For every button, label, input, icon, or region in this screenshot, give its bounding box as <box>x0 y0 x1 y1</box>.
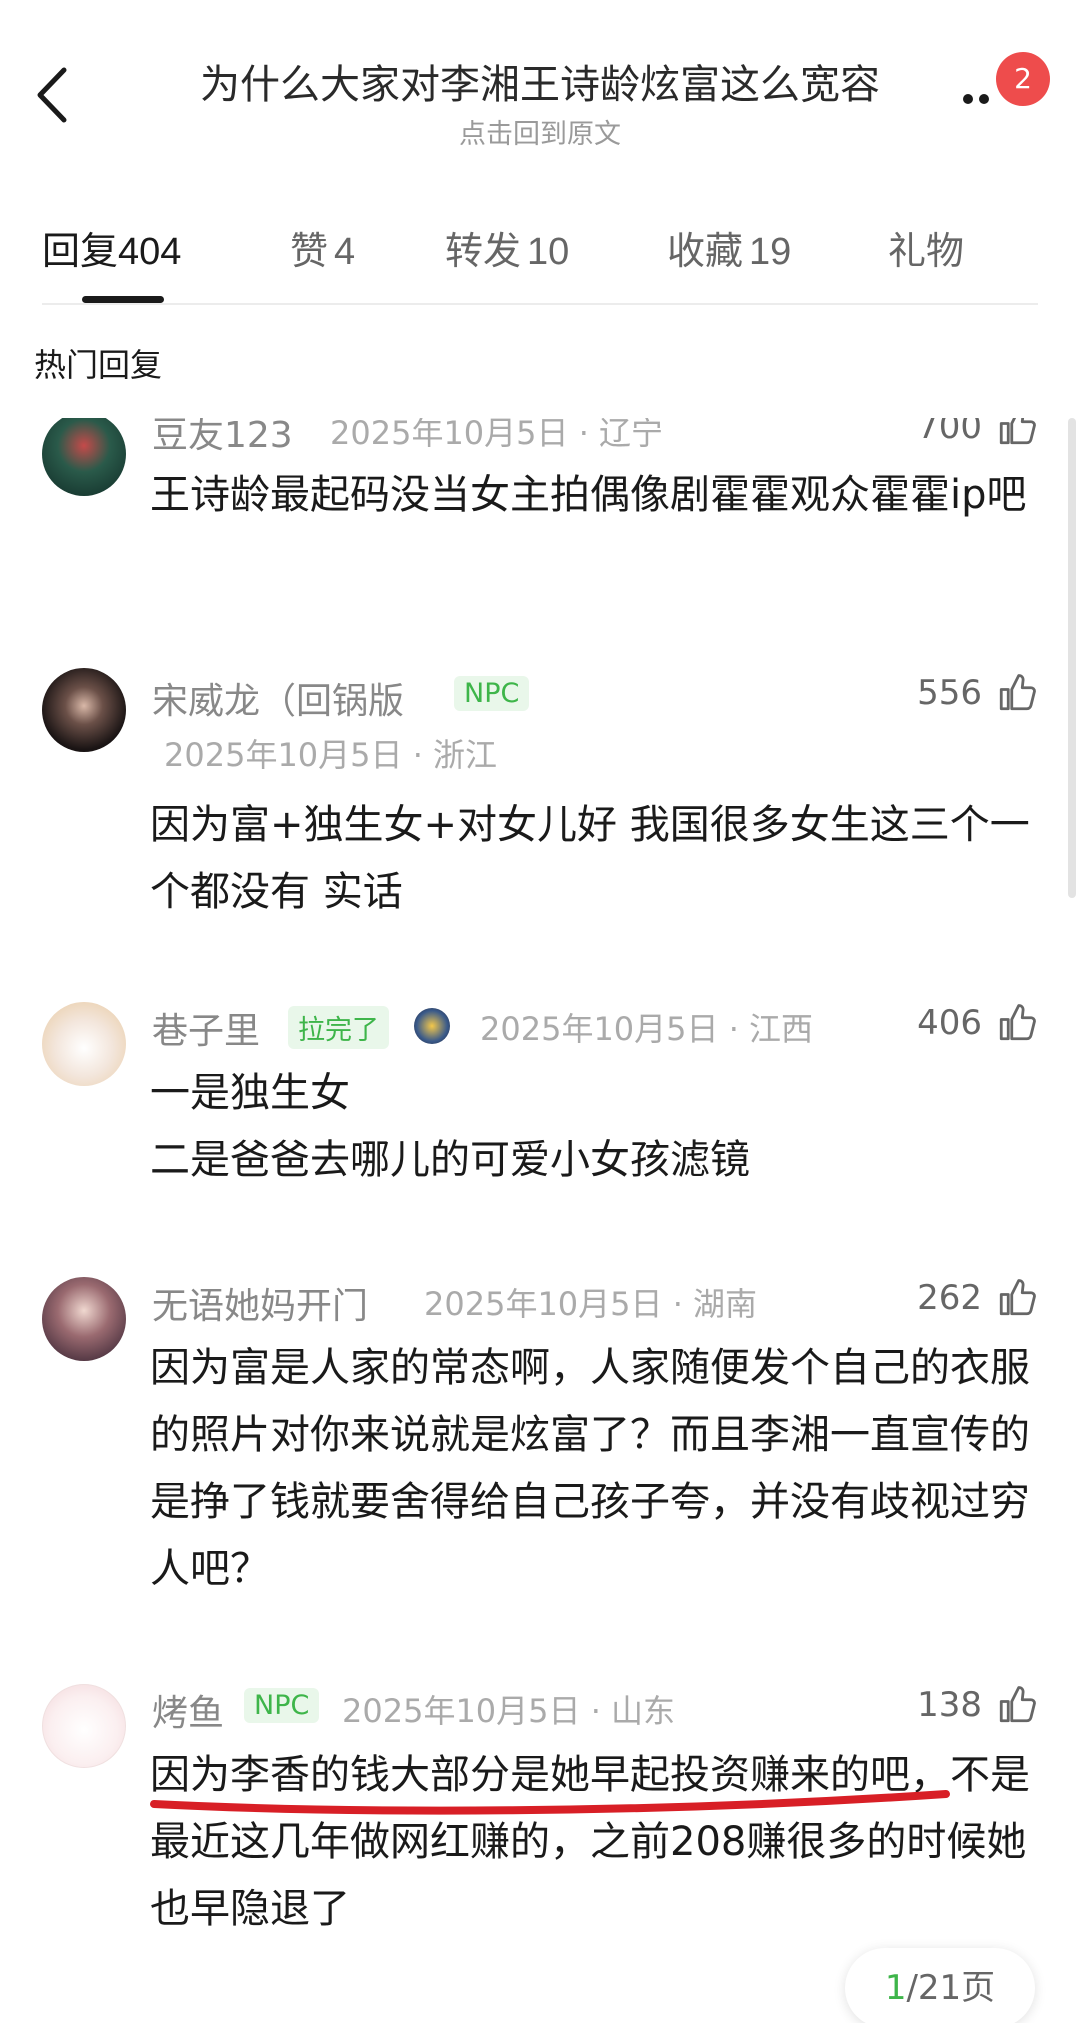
page-indicator[interactable]: 1/21页 <box>845 1948 1035 2023</box>
top-bar: 为什么大家对李湘王诗龄炫富这么宽容 点击回到原文 2 <box>0 0 1080 160</box>
comment-meta: 2025年10月5日 · 江西 <box>480 1010 814 1048</box>
tab-reposts[interactable]: 转发 10 <box>445 220 569 275</box>
back-button[interactable] <box>30 60 90 140</box>
like-button[interactable]: 556 <box>917 672 1038 714</box>
divider <box>42 303 1038 305</box>
comment-meta: 2025年10月5日 · 湖南 <box>424 1285 758 1323</box>
page-title: 为什么大家对李湘王诗龄炫富这么宽容 <box>200 62 880 108</box>
section-title: 热门回复 <box>34 346 163 384</box>
username[interactable]: 豆友123 <box>152 418 293 458</box>
tab-bar: 回复404 赞4 转发 10 收藏 19 礼物 <box>0 200 1080 305</box>
like-button[interactable]: 262 <box>917 1277 1038 1319</box>
red-underline-annotation <box>150 1790 950 1815</box>
comment-meta: 2025年10月5日 · 辽宁 <box>330 418 664 452</box>
thumbs-up-icon <box>999 418 1036 445</box>
like-button[interactable]: 406 <box>917 1002 1038 1044</box>
user-tag: 拉完了 <box>288 1006 389 1049</box>
like-button[interactable]: 700 <box>917 418 1038 448</box>
back-to-post-link[interactable]: 点击回到原文 <box>150 112 930 151</box>
comment-text: 因为富是人家的常态啊，人家随便发个自己的衣服的照片对你来说就是炫富了？而且李湘一… <box>150 1345 1030 1592</box>
avatar[interactable] <box>42 1002 126 1086</box>
comment-meta: 2025年10月5日 · 浙江 <box>164 736 498 774</box>
user-tag: NPC <box>244 1688 320 1723</box>
active-tab-indicator <box>82 296 164 303</box>
comment-text: 王诗龄最起码没当女主拍偶像剧霍霍观众霍霍ip吧 <box>150 472 1027 518</box>
thumbs-up-icon <box>999 1004 1036 1041</box>
avatar[interactable] <box>42 668 126 752</box>
like-button[interactable]: 138 <box>917 1684 1038 1726</box>
thumbs-up-icon <box>999 1279 1036 1316</box>
avatar[interactable] <box>42 1684 126 1768</box>
username[interactable]: 无语她妈开门 <box>152 1277 368 1329</box>
level-badge-icon <box>414 1008 450 1044</box>
avatar[interactable] <box>42 1277 126 1361</box>
username[interactable]: 宋威龙（回锅版 <box>152 672 404 724</box>
username[interactable]: 巷子里 <box>152 1002 260 1054</box>
tab-gifts[interactable]: 礼物 <box>888 220 964 275</box>
user-tag: NPC <box>454 676 530 711</box>
thumbs-up-icon <box>999 1686 1036 1723</box>
thumbs-up-icon <box>999 674 1036 711</box>
comment-text: 一是独生女 二是爸爸去哪儿的可爱小女孩滤镜 <box>150 1070 750 1183</box>
more-dots-icon <box>963 94 973 104</box>
username[interactable]: 烤鱼 <box>152 1684 224 1736</box>
comment-meta: 2025年10月5日 · 山东 <box>342 1692 676 1730</box>
comment-text: 因为富+独生女+对女儿好 我国很多女生这三个一个都没有 实话 <box>150 802 1030 915</box>
notification-badge: 2 <box>996 52 1050 106</box>
tab-replies[interactable]: 回复404 <box>42 220 181 275</box>
tab-likes[interactable]: 赞4 <box>290 220 355 275</box>
avatar[interactable] <box>42 418 126 496</box>
comment-text: 因为李香的钱大部分是她早起投资赚来的吧，不是最近这几年做网红赚的，之前208赚很… <box>150 1752 1030 1932</box>
chevron-left-icon <box>37 67 67 123</box>
tab-favorites[interactable]: 收藏 19 <box>667 220 791 275</box>
scrollbar[interactable] <box>1068 418 1076 898</box>
